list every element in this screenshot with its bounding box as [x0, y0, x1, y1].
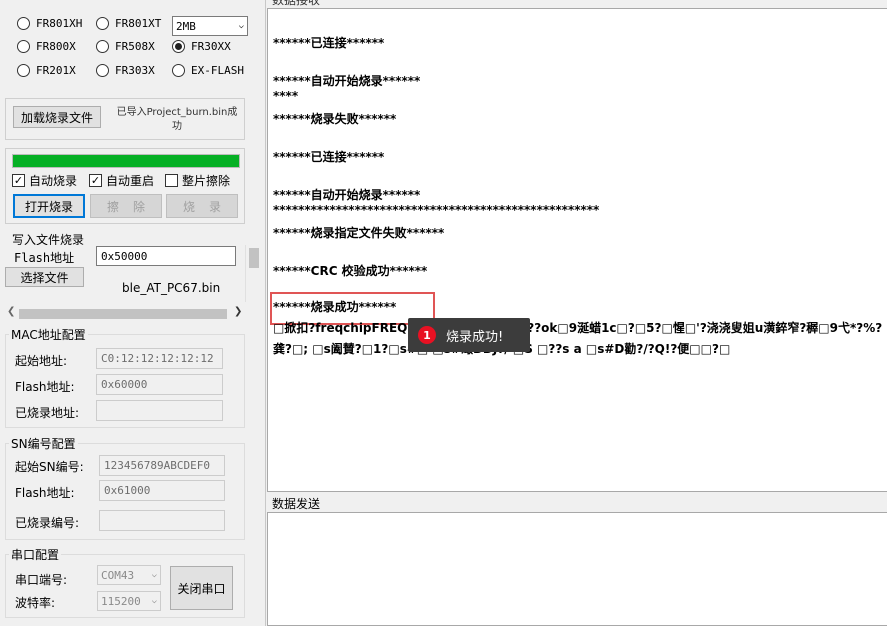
check-icon: ✓ — [89, 174, 102, 187]
log-line-garbled: □掀扣?freqchipFREQC' 9?泽?ll?n?f?c编???ok□9涎… — [273, 321, 883, 335]
radio-ex-flash[interactable]: EX-FLASH — [172, 64, 244, 77]
sn-burned-field[interactable] — [99, 510, 225, 531]
sn-burned-label: 已烧录编号: — [15, 516, 80, 530]
radio-fr801xt[interactable]: FR801XT — [96, 17, 161, 30]
radio-fr303x[interactable]: FR303X — [96, 64, 155, 77]
log-line: ******自动开始烧录****** — [273, 74, 421, 88]
radio-label: FR800X — [36, 40, 76, 53]
scroll-left-icon[interactable]: ❮ — [7, 306, 15, 317]
check-icon: ✓ — [12, 174, 25, 187]
send-title: 数据发送 — [272, 497, 321, 511]
log-line-success: ******烧录成功****** — [273, 300, 397, 314]
load-status-text: 已导入Project_burn.bin成功 — [116, 107, 238, 132]
mac-title: MAC地址配置 — [9, 326, 88, 343]
send-textarea[interactable] — [267, 512, 887, 626]
chevron-down-icon: ⌵ — [238, 21, 244, 31]
radio-label: EX-FLASH — [191, 64, 244, 77]
log-line: ******烧录指定文件失败****** — [273, 226, 445, 240]
radio-fr800x[interactable]: FR800X — [17, 40, 76, 53]
radio-label: FR801XH — [36, 17, 83, 30]
receive-textarea[interactable]: ******已连接****** ******自动开始烧录****** **** … — [267, 8, 887, 492]
port-select[interactable]: COM43 ⌵ — [97, 565, 161, 585]
vertical-scrollbar[interactable] — [245, 245, 262, 302]
notification-badge: 1 — [418, 326, 436, 344]
panel-divider — [265, 0, 266, 626]
auto-restart-label: 自动重启 — [106, 174, 155, 188]
log-line: ******烧录失败****** — [273, 112, 397, 126]
toast-notification[interactable]: 1 烧录成功! — [408, 318, 530, 352]
flash-size-value: 2MB — [176, 19, 196, 33]
sn-start-label: 起始SN编号: — [15, 460, 84, 474]
radio-dot — [17, 64, 30, 77]
select-file-button[interactable]: 选择文件 — [5, 267, 84, 287]
radio-label: FR201X — [36, 64, 76, 77]
mac-flash-label: Flash地址: — [15, 380, 75, 394]
chevron-down-icon: ⌵ — [151, 570, 157, 580]
baud-select[interactable]: 115200 ⌵ — [97, 591, 161, 611]
baud-label: 波特率: — [15, 596, 56, 610]
radio-label: FR508X — [115, 40, 155, 53]
full-erase-checkbox[interactable]: 整片擦除 — [165, 172, 230, 189]
port-value: COM43 — [101, 568, 135, 582]
load-file-button[interactable]: 加载烧录文件 — [13, 106, 101, 128]
radio-fr201x[interactable]: FR201X — [17, 64, 76, 77]
radio-fr30xx[interactable]: FR30XX — [172, 40, 231, 53]
close-port-button[interactable]: 关闭串口 — [170, 566, 233, 610]
chevron-down-icon: ⌵ — [151, 596, 157, 606]
log-line: ******CRC 校验成功****** — [273, 264, 428, 278]
radio-dot — [96, 17, 109, 30]
full-erase-label: 整片擦除 — [182, 174, 231, 188]
mac-flash-field[interactable]: 0x60000 — [96, 374, 223, 395]
scroll-right-icon[interactable]: ❯ — [234, 306, 242, 317]
sn-flash-label: Flash地址: — [15, 486, 75, 500]
sn-start-field[interactable]: 123456789ABCDEF0 — [99, 455, 225, 476]
port-label: 串口端号: — [15, 573, 68, 587]
mac-start-field[interactable]: C0:12:12:12:12:12 — [96, 348, 223, 369]
open-burn-button[interactable]: 打开烧录 — [13, 194, 85, 218]
log-line: ******已连接****** — [273, 150, 385, 164]
radio-dot — [96, 40, 109, 53]
flash-addr-label: Flash地址 — [14, 251, 75, 265]
mac-burned-field[interactable] — [96, 400, 223, 421]
radio-dot — [172, 64, 185, 77]
radio-label: FR30XX — [191, 40, 231, 53]
log-line: ****************************************… — [273, 203, 600, 217]
auto-burn-checkbox[interactable]: ✓ 自动烧录 — [12, 172, 77, 189]
log-line: ******已连接****** — [273, 36, 385, 50]
radio-dot — [17, 17, 30, 30]
receive-title: 数据接收 — [272, 0, 321, 7]
mac-start-label: 起始地址: — [15, 354, 68, 368]
radio-fr508x[interactable]: FR508X — [96, 40, 155, 53]
log-line: ******自动开始烧录****** — [273, 188, 421, 202]
scrollbar-thumb[interactable] — [249, 248, 259, 268]
scrollbar-thumb[interactable] — [19, 309, 227, 319]
auto-restart-checkbox[interactable]: ✓ 自动重启 — [89, 172, 154, 189]
radio-fr801xh[interactable]: FR801XH — [17, 17, 82, 30]
horizontal-scrollbar[interactable]: ❮ ❯ — [5, 306, 245, 321]
empty-checkbox-icon — [165, 174, 178, 187]
log-line: **** — [273, 89, 299, 103]
progress-fill — [13, 155, 239, 167]
baud-value: 115200 — [101, 594, 141, 608]
flash-addr-input[interactable]: 0x50000 — [96, 246, 236, 266]
serial-title: 串口配置 — [9, 546, 62, 563]
radio-label: FR801XT — [115, 17, 162, 30]
erase-button[interactable]: 擦除 — [90, 194, 162, 218]
mac-burned-label: 已烧录地址: — [15, 406, 80, 420]
left-panel: FR801XH FR801XT 2MB ⌵ FR800X FR508X FR30X… — [0, 0, 265, 626]
file-name-text: ble_AT_PC67.bin — [122, 281, 221, 295]
radio-dot-selected — [172, 40, 185, 53]
sn-flash-field[interactable]: 0x61000 — [99, 480, 225, 501]
auto-burn-label: 自动烧录 — [29, 174, 78, 188]
burn-button[interactable]: 烧录 — [166, 194, 238, 218]
flash-size-select[interactable]: 2MB ⌵ — [172, 16, 248, 36]
sn-title: SN编号配置 — [9, 435, 78, 452]
toast-text: 烧录成功! — [446, 329, 504, 345]
radio-dot — [17, 40, 30, 53]
radio-dot — [96, 64, 109, 77]
progress-bar — [12, 154, 240, 168]
radio-label: FR303X — [115, 64, 155, 77]
